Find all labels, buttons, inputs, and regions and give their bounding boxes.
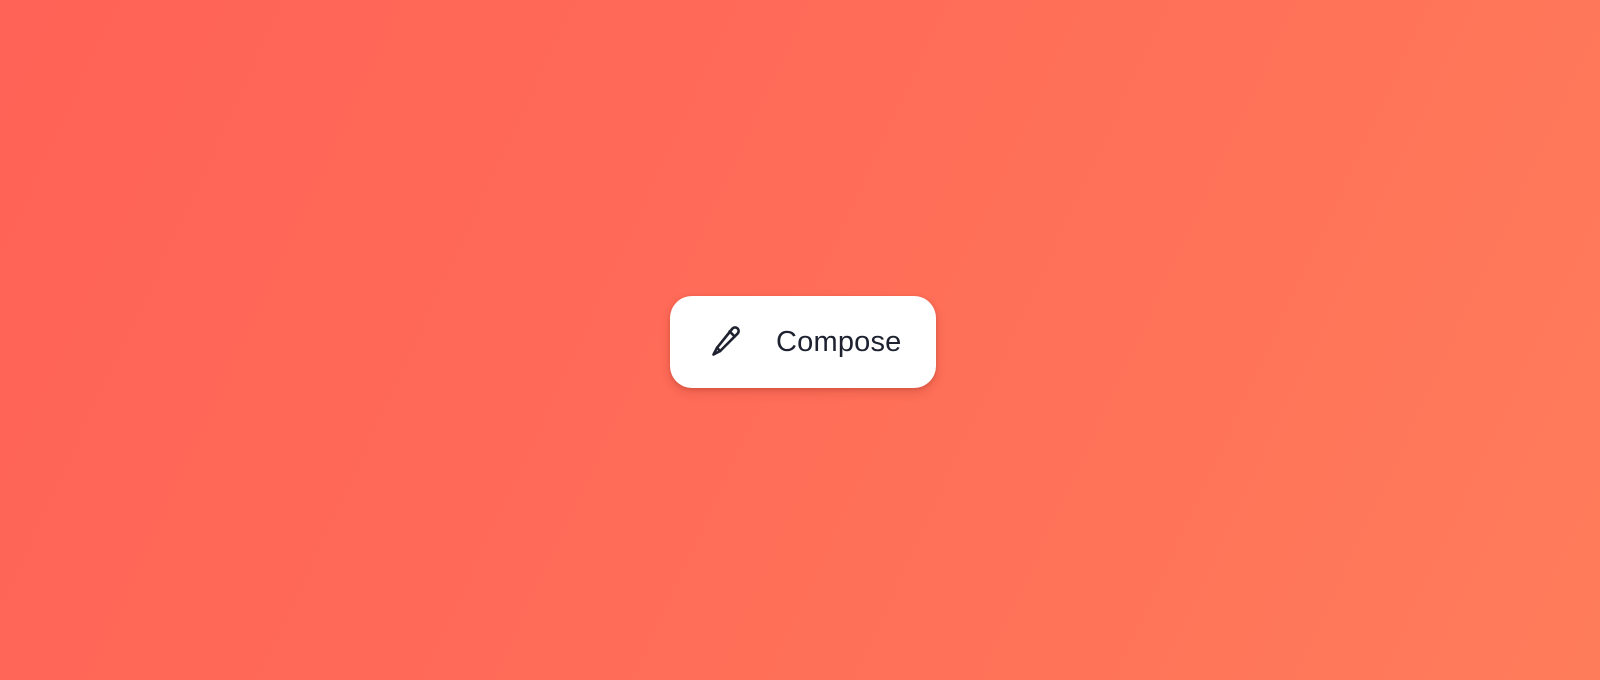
compose-button-label: Compose — [776, 325, 902, 358]
compose-button[interactable]: Compose — [670, 296, 936, 388]
background-canvas: Compose — [0, 0, 1600, 680]
pencil-icon — [706, 322, 746, 362]
